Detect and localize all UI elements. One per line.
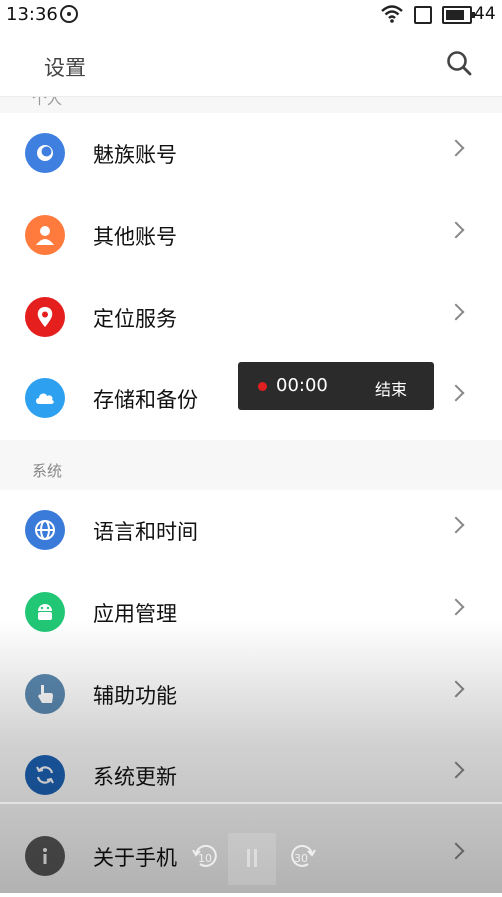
chevron-right-icon xyxy=(447,384,465,402)
refresh-icon xyxy=(25,755,65,795)
person-icon xyxy=(25,215,65,255)
android-icon xyxy=(25,592,65,632)
alarm-clock-icon xyxy=(60,5,78,23)
settings-item-flyme-account[interactable]: 魅族账号 xyxy=(0,113,502,194)
hand-icon xyxy=(25,674,65,714)
screen-recorder-popup: 00:00 结束 xyxy=(238,362,434,410)
item-label: 系统更新 xyxy=(93,765,177,789)
section-label-system: 系统 xyxy=(32,462,63,480)
pause-button[interactable] xyxy=(228,833,276,885)
flyme-account-icon xyxy=(25,133,65,173)
chevron-right-icon xyxy=(447,516,465,534)
item-label: 魅族账号 xyxy=(93,143,177,167)
wifi-icon xyxy=(381,5,403,23)
item-label: 存储和备份 xyxy=(93,388,198,412)
chevron-right-icon xyxy=(447,221,465,239)
recording-timer: 00:00 xyxy=(276,375,328,396)
settings-item-app-management[interactable]: 应用管理 xyxy=(0,572,502,653)
search-icon[interactable] xyxy=(446,50,472,76)
settings-item-other-accounts[interactable]: 其他账号 xyxy=(0,195,502,276)
app-header: 设置 xyxy=(0,30,502,97)
sim-card-icon xyxy=(414,6,432,24)
item-label: 关于手机 xyxy=(93,846,177,870)
chevron-right-icon xyxy=(447,761,465,779)
battery-level: 44 xyxy=(474,4,496,24)
chevron-right-icon xyxy=(447,680,465,698)
chevron-right-icon xyxy=(447,842,465,860)
item-label: 其他账号 xyxy=(93,225,177,249)
forward-seconds: 30 xyxy=(294,852,308,865)
section-label-personal: 个人 xyxy=(32,97,63,108)
status-time: 13:36 xyxy=(6,4,58,25)
settings-item-accessibility[interactable]: 辅助功能 xyxy=(0,654,502,735)
location-pin-icon xyxy=(25,297,65,337)
info-icon xyxy=(25,836,65,876)
item-label: 应用管理 xyxy=(93,602,177,626)
section-header-system: 系统 xyxy=(0,440,502,490)
item-label: 辅助功能 xyxy=(93,684,177,708)
cloud-icon xyxy=(25,378,65,418)
chevron-right-icon xyxy=(447,303,465,321)
globe-icon xyxy=(25,510,65,550)
settings-item-language-time[interactable]: 语言和时间 xyxy=(0,490,502,571)
chevron-right-icon xyxy=(447,598,465,616)
rewind-seconds: 10 xyxy=(198,852,212,865)
recording-dot-icon xyxy=(258,382,267,391)
battery-icon xyxy=(442,6,475,24)
page-title: 设置 xyxy=(44,56,86,80)
divider xyxy=(0,802,502,804)
settings-item-location[interactable]: 定位服务 xyxy=(0,277,502,358)
stop-recording-button[interactable]: 结束 xyxy=(375,376,407,400)
item-label: 定位服务 xyxy=(93,307,177,331)
item-label: 语言和时间 xyxy=(93,520,198,544)
chevron-right-icon xyxy=(447,139,465,157)
status-bar: 13:36 44 xyxy=(0,0,502,30)
section-header-personal: 个人 xyxy=(0,97,502,113)
